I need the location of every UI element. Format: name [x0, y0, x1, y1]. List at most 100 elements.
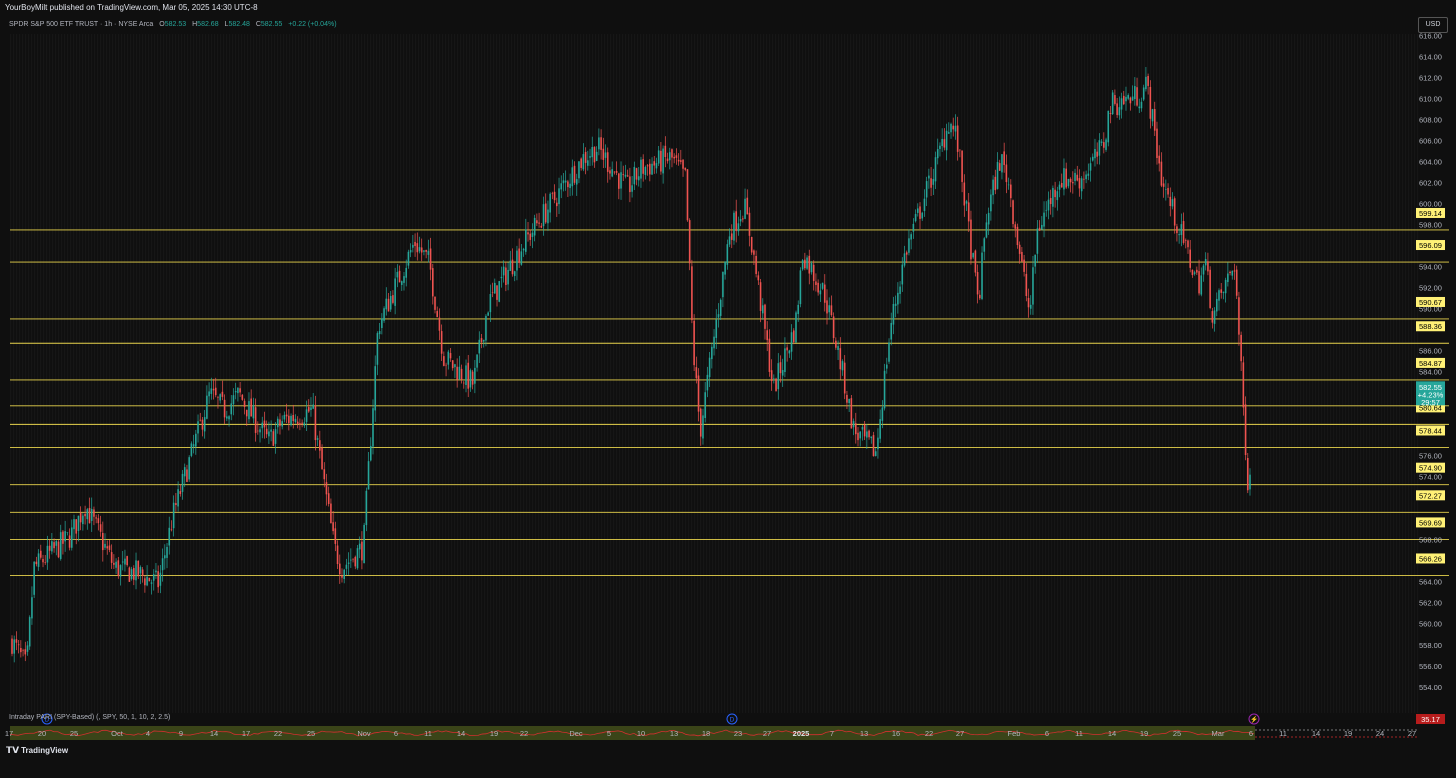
candle-body — [606, 152, 609, 172]
candle-body — [51, 541, 53, 552]
candle-body — [1052, 187, 1054, 207]
session-stripe — [1081, 34, 1083, 713]
candle-body — [482, 339, 485, 342]
candle-body — [13, 639, 16, 654]
session-stripe — [73, 34, 75, 713]
candle-body — [312, 404, 314, 409]
candle-body — [1167, 188, 1169, 195]
session-stripe — [553, 34, 555, 713]
session-stripe — [799, 34, 801, 713]
session-stripe — [406, 34, 408, 713]
candle-body — [152, 574, 155, 581]
candle-body — [1178, 234, 1180, 236]
tradingview-logo[interactable]: 𝗧𝗩 TradingView — [6, 745, 68, 756]
candle-body — [1083, 178, 1085, 180]
tradingview-logo-icon: 𝗧𝗩 — [6, 745, 20, 755]
session-stripe — [1030, 34, 1032, 713]
session-stripe — [580, 34, 582, 713]
session-stripe — [226, 34, 228, 713]
candle-body — [301, 422, 303, 424]
candle-body — [1147, 76, 1149, 86]
candle-body — [981, 252, 983, 299]
candle-body — [197, 421, 199, 434]
session-stripe — [922, 34, 924, 713]
indicator-pane — [9, 726, 1419, 740]
candle-body — [675, 155, 678, 158]
session-stripe — [712, 34, 714, 713]
session-stripe — [433, 34, 435, 713]
chart-panel[interactable]: D D ⚡ — [5, 17, 1449, 740]
candle-body — [662, 148, 664, 174]
candle-body — [941, 138, 943, 147]
session-stripe — [856, 34, 858, 713]
session-stripe — [658, 34, 660, 713]
candle-body — [724, 261, 726, 275]
symbol-legend[interactable]: SPDR S&P 500 ETF TRUST · 1h · NYSE Arca … — [9, 21, 337, 28]
indicator-label[interactable]: Intraday PARI (SPY-Based) (, SPY, 50, 1,… — [9, 714, 170, 721]
session-stripe — [1150, 34, 1152, 713]
candle-body — [970, 219, 972, 260]
candle-body — [35, 561, 38, 565]
candle-body — [418, 247, 421, 252]
session-stripe — [1405, 34, 1407, 713]
session-stripe — [481, 34, 483, 713]
candle-body — [449, 353, 452, 359]
candle-body — [1014, 224, 1017, 229]
session-stripe — [292, 34, 294, 713]
candle-body — [305, 409, 308, 422]
session-stripe — [1273, 34, 1275, 713]
session-stripe — [1003, 34, 1005, 713]
candle-body — [498, 281, 501, 302]
candle-body — [640, 159, 642, 179]
candle-body — [425, 249, 427, 252]
session-stripe — [577, 34, 579, 713]
candle-body — [1018, 244, 1021, 254]
candle-body — [431, 268, 434, 297]
session-stripe — [715, 34, 717, 713]
candle-body — [1060, 182, 1063, 188]
candle-body — [1067, 178, 1070, 187]
candle-body — [921, 212, 924, 219]
chart-svg[interactable]: D D ⚡ — [5, 17, 1456, 778]
session-stripe — [49, 34, 51, 713]
session-stripe — [1045, 34, 1047, 713]
candle-body — [192, 444, 195, 447]
session-stripe — [934, 34, 936, 713]
candle-body — [835, 340, 837, 348]
candle-body — [1118, 107, 1121, 116]
session-stripe — [1411, 34, 1413, 713]
currency-button[interactable]: USD — [1418, 17, 1448, 33]
session-stripe — [961, 34, 963, 713]
session-stripe — [250, 34, 252, 713]
session-stripe — [1222, 34, 1224, 713]
session-stripe — [70, 34, 72, 713]
session-stripe — [418, 34, 420, 713]
candle-body — [403, 276, 405, 283]
candle-body — [252, 405, 255, 419]
candle-body — [1156, 128, 1158, 159]
session-stripe — [877, 34, 879, 713]
candle-body — [1089, 163, 1092, 171]
session-stripe — [379, 34, 381, 713]
session-stripe — [247, 34, 249, 713]
candle-body — [485, 315, 487, 341]
candle-body — [387, 298, 390, 312]
session-stripe — [1375, 34, 1377, 713]
session-stripe — [1201, 34, 1203, 713]
session-stripe — [1129, 34, 1131, 713]
candle-body — [237, 387, 239, 394]
session-stripe — [370, 34, 372, 713]
session-stripe — [1357, 34, 1359, 713]
candle-body — [350, 559, 352, 561]
candle-body — [279, 419, 281, 426]
session-stripe — [559, 34, 561, 713]
candle-body — [347, 562, 350, 564]
session-stripe — [544, 34, 546, 713]
candle-body — [117, 560, 120, 577]
candle-body — [850, 398, 853, 429]
candle-body — [358, 543, 361, 550]
candle-body — [828, 305, 831, 313]
candle-body — [673, 156, 675, 159]
candle-body — [90, 508, 93, 521]
session-stripe — [727, 34, 729, 713]
